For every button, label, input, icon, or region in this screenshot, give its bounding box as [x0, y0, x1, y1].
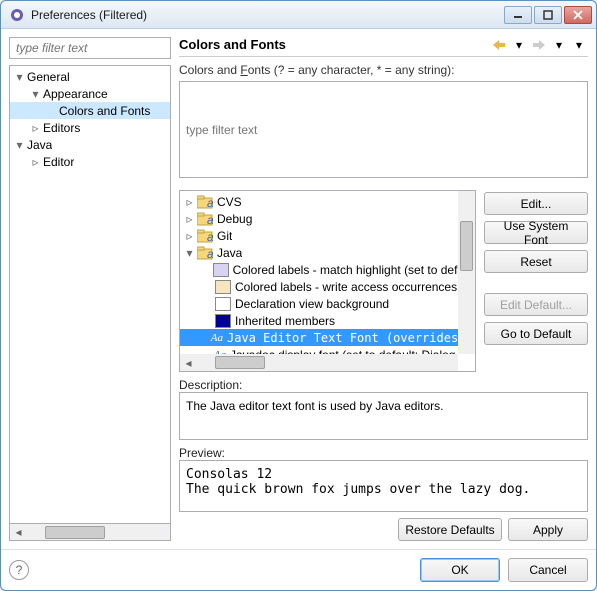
folder-icon: a: [197, 246, 213, 260]
color-swatch-icon: [213, 263, 229, 277]
reset-button[interactable]: Reset: [484, 250, 588, 273]
page-title: Colors and Fonts: [179, 37, 286, 52]
svg-text:a: a: [207, 230, 213, 243]
tree-label: Inherited members: [235, 314, 335, 328]
tree-label: Declaration view background: [235, 297, 389, 311]
tree-label: General: [27, 70, 70, 84]
close-button[interactable]: [564, 6, 592, 24]
edit-default-button: Edit Default...: [484, 293, 588, 316]
sidebar-item[interactable]: ▾Appearance: [10, 85, 170, 102]
window-title: Preferences (Filtered): [31, 8, 504, 22]
minimize-button[interactable]: [504, 6, 532, 24]
tree-label: Colors and Fonts: [59, 104, 150, 118]
restore-defaults-button[interactable]: Restore Defaults: [398, 518, 502, 541]
tree-row[interactable]: ▾ a Java: [180, 244, 458, 261]
svg-text:a: a: [207, 247, 213, 260]
use-system-font-button[interactable]: Use System Font: [484, 221, 588, 244]
twisty-icon[interactable]: ▾: [14, 138, 25, 152]
sidebar-item[interactable]: ▹Editors: [10, 119, 170, 136]
nav-forward-menu-icon[interactable]: ▾: [550, 37, 568, 53]
tree-label: Java: [27, 138, 52, 152]
twisty-icon[interactable]: ▾: [30, 87, 41, 101]
folder-icon: a: [197, 195, 213, 209]
twisty-icon[interactable]: ▹: [184, 195, 195, 209]
tree-label: Java Editor Text Font (overrides default…: [227, 331, 458, 345]
preview-label: Preview:: [179, 446, 588, 460]
folder-icon: a: [197, 212, 213, 226]
nav-forward-button[interactable]: [530, 37, 548, 53]
colors-fonts-tree[interactable]: ▹ a CVS ▹ a Debug ▹ a Git ▾ a Java Colored labels - …: [179, 190, 476, 372]
tree-label: Debug: [217, 212, 252, 226]
tree-vscrollbar[interactable]: [458, 191, 475, 354]
twisty-icon[interactable]: ▹: [30, 121, 41, 135]
tree-row[interactable]: Aa Java Editor Text Font (overrides defau…: [180, 329, 458, 346]
twisty-icon[interactable]: ▹: [30, 155, 41, 169]
sidebar-item[interactable]: ▾General: [10, 68, 170, 85]
bottombar: ? OK Cancel: [1, 549, 596, 590]
nav-menu-icon[interactable]: ▾: [570, 37, 588, 53]
filter-hint: Colors and Fonts (? = any character, * =…: [179, 63, 588, 77]
tree-label: Appearance: [43, 87, 108, 101]
tree-row[interactable]: ▹ a CVS: [180, 193, 458, 210]
tree-label: Colored labels - write access occurrence…: [235, 280, 457, 294]
sidebar-item[interactable]: ▹Editor: [10, 153, 170, 170]
svg-text:a: a: [207, 213, 213, 226]
twisty-icon[interactable]: ▾: [184, 246, 195, 260]
color-swatch-icon: [215, 314, 231, 328]
colors-fonts-filter-input[interactable]: [179, 81, 588, 178]
tree-row[interactable]: Colored labels - match highlight (set to…: [180, 261, 458, 278]
cancel-button[interactable]: Cancel: [508, 558, 588, 582]
tree-row[interactable]: AaJavadoc display font (set to default: …: [180, 346, 458, 354]
svg-text:a: a: [207, 196, 213, 209]
tree-row[interactable]: Declaration view background: [180, 295, 458, 312]
font-icon: Aa: [211, 332, 223, 344]
go-to-default-button[interactable]: Go to Default: [484, 322, 588, 345]
sidebar-item[interactable]: Colors and Fonts: [10, 102, 170, 119]
sidebar: ▾General▾AppearanceColors and Fonts▹Edit…: [9, 37, 171, 541]
color-swatch-icon: [215, 280, 231, 294]
app-icon: [9, 7, 25, 23]
description-label: Description:: [179, 378, 588, 392]
help-icon[interactable]: ?: [9, 560, 29, 580]
apply-button[interactable]: Apply: [508, 518, 588, 541]
twisty-icon[interactable]: ▹: [184, 229, 195, 243]
tree-label: Editors: [43, 121, 80, 135]
preview-text: Consolas 12 The quick brown fox jumps ov…: [179, 460, 588, 512]
preferences-window: Preferences (Filtered) ▾General▾Appearan…: [0, 0, 597, 591]
tree-label: CVS: [217, 195, 242, 209]
sidebar-hscrollbar[interactable]: ◂: [9, 524, 171, 541]
tree-row[interactable]: Colored labels - write access occurrence…: [180, 278, 458, 295]
twisty-icon[interactable]: ▹: [184, 212, 195, 226]
maximize-button[interactable]: [534, 6, 562, 24]
tree-label: Colored labels - match highlight (set to…: [233, 263, 458, 277]
edit-button[interactable]: Edit...: [484, 192, 588, 215]
main-panel: Colors and Fonts ▾ ▾ ▾ Colors and Fonts …: [179, 37, 588, 541]
tree-label: Java: [217, 246, 242, 260]
ok-button[interactable]: OK: [420, 558, 500, 582]
sidebar-tree[interactable]: ▾General▾AppearanceColors and Fonts▹Edit…: [9, 65, 171, 524]
tree-label: Git: [217, 229, 232, 243]
description-text: The Java editor text font is used by Jav…: [179, 392, 588, 440]
sidebar-filter-input[interactable]: [9, 37, 171, 59]
tree-label: Editor: [43, 155, 74, 169]
tree-row[interactable]: ▹ a Git: [180, 227, 458, 244]
color-swatch-icon: [215, 297, 231, 311]
tree-row[interactable]: Inherited members: [180, 312, 458, 329]
nav-back-menu-icon[interactable]: ▾: [510, 37, 528, 53]
tree-hscrollbar[interactable]: ◂: [180, 354, 458, 371]
sidebar-item[interactable]: ▾Java: [10, 136, 170, 153]
twisty-icon[interactable]: ▾: [14, 70, 25, 84]
nav-back-button[interactable]: [490, 37, 508, 53]
folder-icon: a: [197, 229, 213, 243]
tree-row[interactable]: ▹ a Debug: [180, 210, 458, 227]
titlebar[interactable]: Preferences (Filtered): [1, 1, 596, 29]
